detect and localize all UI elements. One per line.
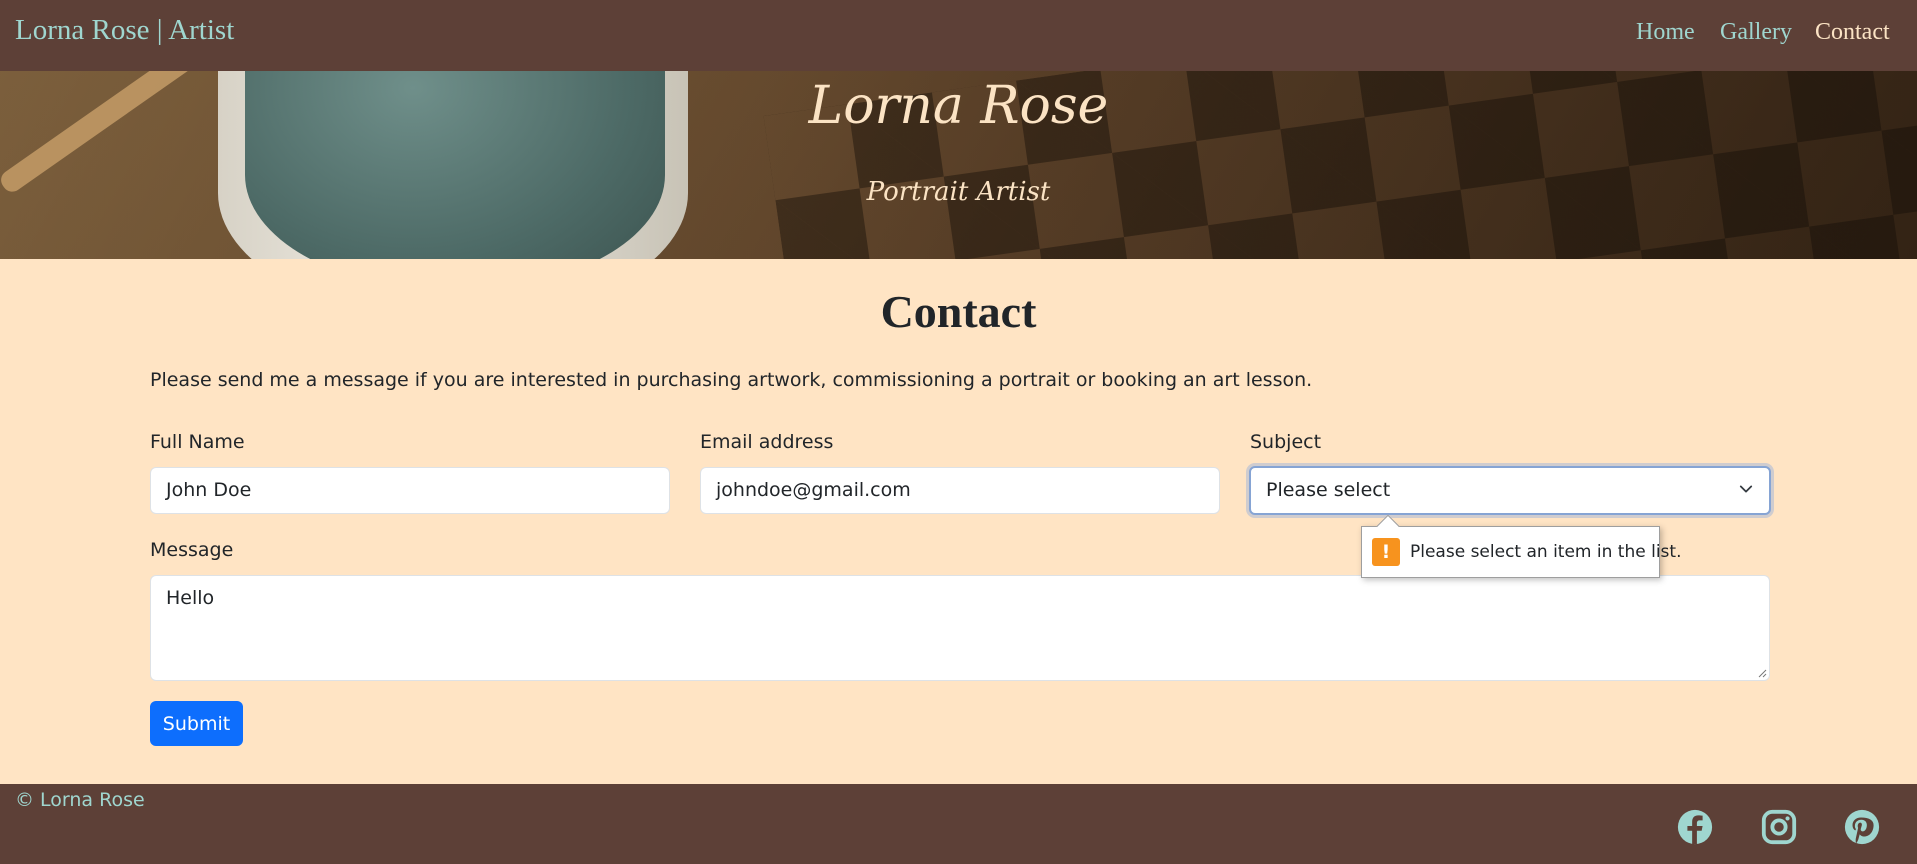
warning-icon: ! bbox=[1372, 538, 1400, 566]
message-textarea[interactable]: Hello bbox=[150, 575, 1770, 681]
validation-message: Please select an item in the list. bbox=[1410, 542, 1682, 562]
email-value: johndoe@gmail.com bbox=[716, 479, 911, 501]
navbar: Lorna Rose | Artist Home Gallery Contact bbox=[0, 0, 1917, 71]
intro-text: Please send me a message if you are inte… bbox=[150, 369, 1313, 391]
page-title: Contact bbox=[880, 286, 1037, 337]
email-input[interactable]: johndoe@gmail.com bbox=[700, 467, 1220, 514]
submit-button[interactable]: Submit bbox=[150, 701, 243, 746]
subject-selected-value: Please select bbox=[1266, 479, 1391, 501]
copyright-text: © Lorna Rose bbox=[15, 789, 145, 811]
nav-gallery[interactable]: Gallery bbox=[1720, 19, 1792, 46]
subject-label: Subject bbox=[1250, 431, 1322, 453]
chevron-down-icon bbox=[1739, 485, 1753, 493]
full-name-label: Full Name bbox=[150, 431, 245, 453]
nav-home[interactable]: Home bbox=[1636, 19, 1695, 46]
full-name-input[interactable]: John Doe bbox=[150, 467, 670, 514]
brand-link[interactable]: Lorna Rose | Artist bbox=[15, 14, 234, 47]
subject-select[interactable]: Please select bbox=[1249, 466, 1771, 515]
hero-banner: Lorna Rose Portrait Artist bbox=[0, 71, 1917, 259]
pinterest-icon[interactable] bbox=[1843, 808, 1881, 846]
email-label: Email address bbox=[700, 431, 834, 453]
full-name-value: John Doe bbox=[166, 479, 252, 501]
nav-contact[interactable]: Contact bbox=[1815, 19, 1890, 46]
hero-subtitle: Portrait Artist bbox=[866, 177, 1051, 207]
validation-tooltip: ! Please select an item in the list. bbox=[1361, 514, 1681, 578]
resize-handle-icon[interactable] bbox=[1757, 668, 1767, 678]
tooltip-arrow bbox=[1376, 514, 1400, 538]
message-label: Message bbox=[150, 539, 234, 561]
hero-title: Lorna Rose bbox=[808, 76, 1109, 136]
instagram-icon[interactable] bbox=[1760, 808, 1798, 846]
message-value: Hello bbox=[166, 587, 215, 609]
footer: © Lorna Rose bbox=[0, 784, 1917, 864]
facebook-icon[interactable] bbox=[1676, 808, 1714, 846]
